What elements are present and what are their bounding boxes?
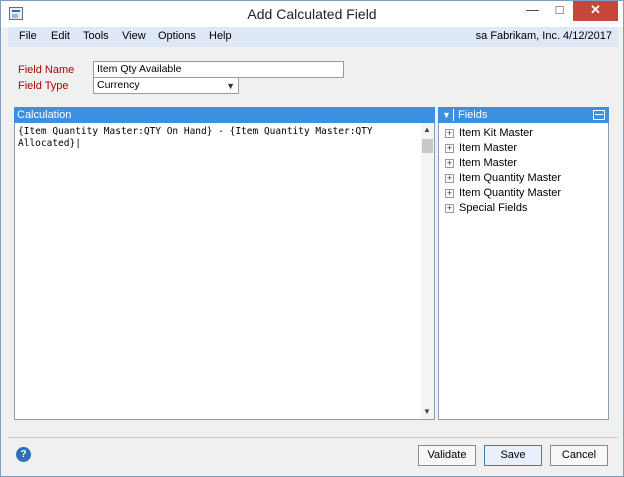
fields-tree: + Item Kit Master + Item Master + Item M… — [438, 123, 609, 420]
expand-icon[interactable]: + — [445, 204, 454, 213]
help-icon[interactable]: ? — [16, 447, 31, 462]
fields-separator — [453, 109, 454, 121]
menu-tools[interactable]: Tools — [83, 30, 109, 42]
chevron-down-icon: ▼ — [226, 81, 235, 91]
field-type-label: Field Type — [18, 80, 69, 92]
fields-dropdown-icon[interactable]: ▼ — [442, 107, 451, 123]
validate-button[interactable]: Validate — [418, 445, 476, 466]
scroll-down-icon[interactable]: ▼ — [423, 407, 431, 416]
tree-item-label: Item Kit Master — [459, 127, 533, 139]
calculation-header: Calculation — [14, 107, 435, 123]
expand-icon[interactable]: + — [445, 189, 454, 198]
tree-item-label: Special Fields — [459, 202, 528, 214]
button-bar: ? Validate Save Cancel — [8, 437, 618, 471]
scroll-thumb[interactable] — [422, 139, 433, 153]
menu-bar: File Edit Tools View Options Help sa Fab… — [8, 27, 618, 47]
tree-item-label: Item Quantity Master — [459, 172, 562, 184]
add-calculated-field-window: Add Calculated Field — □ ✕ File Edit Too… — [0, 0, 624, 477]
maximize-button[interactable]: □ — [546, 1, 573, 21]
field-name-value: Item Qty Available — [97, 63, 182, 75]
expand-icon[interactable]: + — [445, 174, 454, 183]
menu-file[interactable]: File — [19, 30, 37, 42]
close-button[interactable]: ✕ — [573, 1, 618, 21]
field-type-value: Currency — [97, 79, 140, 91]
menu-help[interactable]: Help — [209, 30, 232, 42]
tree-item-label: Item Master — [459, 142, 518, 154]
field-name-input[interactable]: Item Qty Available — [93, 61, 344, 78]
minimize-button[interactable]: — — [519, 1, 546, 21]
expand-icon[interactable]: + — [445, 129, 454, 138]
field-name-label: Field Name — [18, 64, 75, 76]
expand-icon[interactable]: + — [445, 144, 454, 153]
calculation-editor[interactable]: {Item Quantity Master:QTY On Hand} - {It… — [14, 123, 435, 420]
menu-options[interactable]: Options — [158, 30, 196, 42]
calculation-text[interactable]: {Item Quantity Master:QTY On Hand} - {It… — [18, 126, 418, 150]
user-company-date: sa Fabrikam, Inc. 4/12/2017 — [475, 30, 612, 42]
tree-item-label: Item Quantity Master — [459, 187, 562, 199]
title-bar: Add Calculated Field — □ ✕ — [1, 1, 623, 27]
scroll-up-icon[interactable]: ▲ — [423, 125, 431, 134]
fields-menu-icon[interactable] — [593, 110, 605, 120]
menu-edit[interactable]: Edit — [51, 30, 70, 42]
fields-header: ▼ Fields — [438, 107, 609, 123]
fields-title: Fields — [458, 109, 488, 121]
menu-view[interactable]: View — [122, 30, 146, 42]
calculation-scrollbar[interactable]: ▲ ▼ — [421, 123, 434, 419]
field-type-select[interactable]: Currency ▼ — [93, 77, 239, 94]
save-button[interactable]: Save — [484, 445, 542, 466]
expand-icon[interactable]: + — [445, 159, 454, 168]
cancel-button[interactable]: Cancel — [550, 445, 608, 466]
tree-item-label: Item Master — [459, 157, 518, 169]
